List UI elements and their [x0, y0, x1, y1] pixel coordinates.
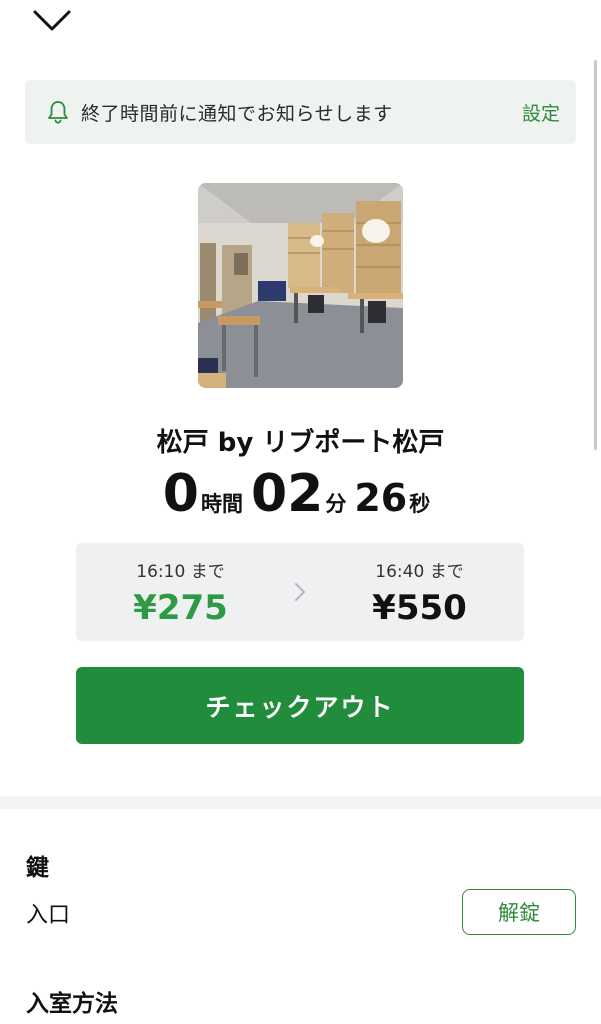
price-summary: 16:10 まで ¥275 16:40 まで ¥550 [76, 543, 524, 641]
entrance-label: 入口 [26, 903, 71, 928]
timer-seconds: 26 [354, 476, 408, 520]
key-section-title: 鍵 [26, 855, 49, 881]
current-price-amount: ¥275 [133, 587, 228, 628]
timer-minutes-unit: 分 [325, 492, 347, 516]
timer-hours: 0 [162, 464, 199, 524]
notification-settings-link[interactable]: 設定 [522, 99, 560, 126]
unlock-button[interactable]: 解錠 [462, 889, 576, 935]
checkin-screen: 終了時間前に通知でお知らせします 設定 松戸 by リブポート松戸 0 時間 0… [0, 0, 601, 1024]
checkout-button[interactable]: チェックアウト [76, 667, 524, 744]
store-name: 松戸 by リブポート松戸 [156, 428, 445, 458]
close-button[interactable] [28, 4, 76, 38]
notification-message: 終了時間前に通知でお知らせします [81, 102, 393, 125]
chevron-down-icon [33, 10, 71, 31]
next-price-until: 16:40 まで [375, 561, 464, 582]
section-divider [0, 796, 601, 809]
current-price: 16:10 まで ¥275 [76, 557, 285, 628]
entry-method-title: 入室方法 [26, 991, 118, 1017]
next-price-amount: ¥550 [372, 587, 467, 628]
timer-hours-unit: 時間 [200, 492, 243, 516]
bell-icon [45, 99, 71, 125]
elapsed-timer: 0 時間 02 分 26 秒 [0, 460, 601, 532]
timer-minutes: 02 [250, 464, 324, 524]
notification-banner: 終了時間前に通知でお知らせします 設定 [25, 80, 576, 144]
store-photo [198, 183, 403, 388]
chevron-right-icon [285, 581, 315, 603]
next-price: 16:40 まで ¥550 [315, 557, 524, 628]
timer-seconds-unit: 秒 [409, 492, 431, 516]
scrollbar[interactable] [594, 60, 597, 450]
current-price-until: 16:10 まで [136, 561, 225, 582]
